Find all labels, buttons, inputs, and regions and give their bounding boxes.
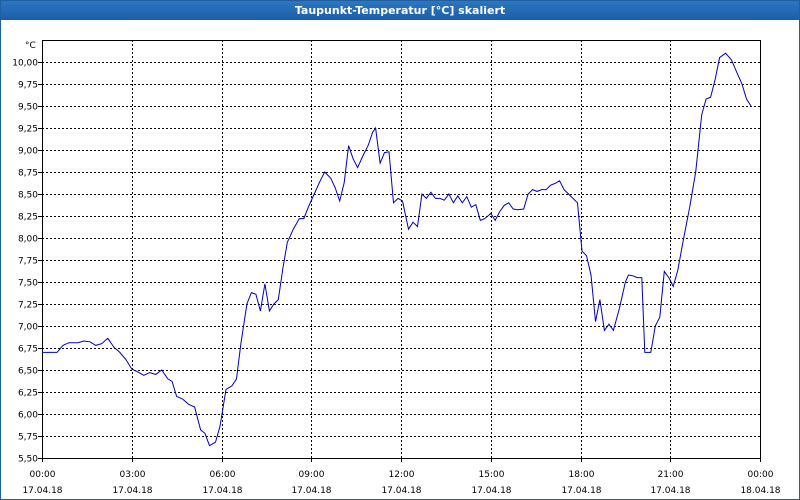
line-chart: 5,50 5,75 6,00 6,25 6,50 6,75 7,00 7,25 7,50 7,75… xyxy=(12,40,781,496)
y-tick-label: 8,50 xyxy=(18,191,38,201)
y-tick-label: 9,75 xyxy=(18,81,38,91)
y-tick-label: 6,25 xyxy=(18,389,38,399)
x-tick-date: 17.04.18 xyxy=(650,486,690,496)
y-tick-label: 6,00 xyxy=(18,411,38,421)
y-tick-label: 7,75 xyxy=(18,257,38,267)
y-tick-label: 5,75 xyxy=(18,433,38,443)
y-tick-label: 7,50 xyxy=(18,279,38,289)
x-tick-time: 00:00 xyxy=(30,470,56,480)
x-tick-time: 18:00 xyxy=(569,470,595,480)
x-tick-date: 18.04.18 xyxy=(740,486,780,496)
y-tick-label: 9,25 xyxy=(18,125,38,135)
y-tick-label: 5,50 xyxy=(18,455,38,465)
x-tick-date: 17.04.18 xyxy=(381,486,421,496)
y-tick-label: 10,00 xyxy=(12,59,38,69)
y-tick-label: 9,50 xyxy=(18,103,38,113)
x-tick-time: 03:00 xyxy=(120,470,146,480)
series-line xyxy=(42,52,752,447)
x-tick-time: 00:00 xyxy=(748,470,774,480)
x-tick-date: 17.04.18 xyxy=(291,486,331,496)
y-tick-label: 9,00 xyxy=(18,147,38,157)
y-axis-label: °C xyxy=(25,41,36,51)
x-tick-date: 17.04.18 xyxy=(112,486,152,496)
x-tick-time: 12:00 xyxy=(389,470,415,480)
chart-grid xyxy=(42,40,760,459)
x-tick-date: 17.04.18 xyxy=(202,486,242,496)
x-tick-time: 09:00 xyxy=(299,470,325,480)
y-tick-label: 7,25 xyxy=(18,301,38,311)
x-tick-date: 17.04.18 xyxy=(22,486,62,496)
y-tick-label: 8,75 xyxy=(18,169,38,179)
x-axis-ticks: 00:00 17.04.18 03:00 17.04.18 06:00 17.04.18 0… xyxy=(22,458,781,496)
x-tick-time: 06:00 xyxy=(210,470,236,480)
y-tick-label: 6,50 xyxy=(18,367,38,377)
y-tick-label: 6,75 xyxy=(18,345,38,355)
x-tick-time: 21:00 xyxy=(658,470,684,480)
y-tick-label: 8,25 xyxy=(18,213,38,223)
y-tick-label: 8,00 xyxy=(18,235,38,245)
x-tick-time: 15:00 xyxy=(479,470,505,480)
y-tick-label: 7,00 xyxy=(18,323,38,333)
x-tick-date: 17.04.18 xyxy=(561,486,601,496)
x-tick-date: 17.04.18 xyxy=(471,486,511,496)
y-axis-ticks: 5,50 5,75 6,00 6,25 6,50 6,75 7,00 7,25 7,50 7,75… xyxy=(12,59,42,465)
